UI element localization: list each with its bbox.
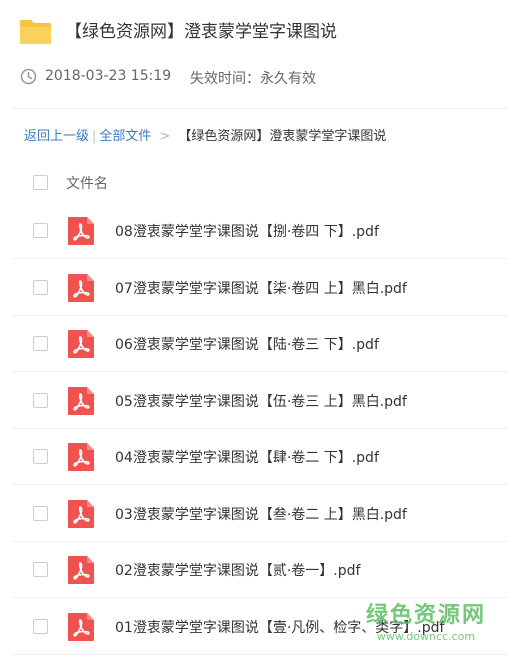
- back-link[interactable]: 返回上一级: [24, 129, 89, 144]
- row-checkbox[interactable]: [33, 392, 48, 408]
- file-row[interactable]: 03澄衷蒙学堂字课图说【叁·卷二 上】黑白.pdf: [0, 486, 508, 542]
- file-name[interactable]: 02澄衷蒙学堂字课图说【贰·卷一】.pdf: [115, 560, 360, 580]
- breadcrumb: 返回上一级 | 全部文件 > 【绿色资源网】澄衷蒙学堂字课图说: [24, 125, 386, 144]
- folder-icon: [20, 20, 51, 44]
- row-checkbox[interactable]: [33, 618, 48, 634]
- file-name[interactable]: 08澄衷蒙学堂字课图说【捌·卷四 下】.pdf: [115, 221, 379, 241]
- row-checkbox[interactable]: [33, 223, 48, 238]
- file-name[interactable]: 05澄衷蒙学堂字课图说【伍·卷三 上】黑白.pdf: [115, 391, 407, 411]
- row-checkbox[interactable]: [33, 279, 48, 295]
- file-name[interactable]: 03澄衷蒙学堂字课图说【叁·卷二 上】黑白.pdf: [115, 504, 407, 524]
- file-row[interactable]: 04澄衷蒙学堂字课图说【肆·卷二 下】.pdf: [0, 429, 508, 485]
- pdf-icon: [68, 499, 94, 528]
- file-row[interactable]: 06澄衷蒙学堂字课图说【陆·卷三 下】.pdf: [0, 316, 508, 372]
- expire-time: 失效时间：永久有效: [190, 71, 316, 87]
- share-header: 【绿色资源网】澄衷蒙学堂字课图说 2018-03-23 15:19 失效时间：永…: [0, 0, 508, 112]
- pdf-icon: [68, 330, 94, 358]
- pdf-icon: [68, 217, 94, 245]
- clock-icon: [20, 68, 37, 85]
- pdf-icon: [68, 386, 94, 415]
- pdf-icon: [68, 273, 94, 302]
- select-all-checkbox[interactable]: [33, 175, 48, 190]
- file-row[interactable]: 08澄衷蒙学堂字课图说【捌·卷四 下】.pdf: [0, 203, 508, 259]
- all-files-link[interactable]: 全部文件: [99, 129, 151, 144]
- header-divider: [12, 108, 508, 109]
- file-row[interactable]: 05澄衷蒙学堂字课图说【伍·卷三 上】黑白.pdf: [0, 373, 508, 429]
- file-name[interactable]: 01澄衷蒙学堂字课图说【壹·凡例、检字、类字】.pdf: [115, 617, 444, 637]
- file-name[interactable]: 04澄衷蒙学堂字课图说【肆·卷二 下】.pdf: [115, 447, 379, 467]
- row-checkbox[interactable]: [33, 336, 48, 351]
- breadcrumb-current: 【绿色资源网】澄衷蒙学堂字课图说: [178, 129, 387, 144]
- pdf-icon: [68, 556, 94, 584]
- pdf-icon: [68, 443, 94, 471]
- column-filename: 文件名: [66, 176, 108, 192]
- breadcrumb-separator: |: [92, 129, 97, 144]
- list-header: 文件名: [0, 160, 508, 204]
- chevron-right-icon: >: [159, 129, 171, 144]
- share-date: 2018-03-23 15:19: [45, 68, 172, 84]
- file-name[interactable]: 07澄衷蒙学堂字课图说【柒·卷四 上】黑白.pdf: [115, 278, 407, 298]
- row-divider: [12, 653, 508, 655]
- file-name[interactable]: 06澄衷蒙学堂字课图说【陆·卷三 下】.pdf: [115, 334, 379, 354]
- row-checkbox[interactable]: [33, 449, 48, 464]
- folder-title: 【绿色资源网】澄衷蒙学堂字课图说: [65, 22, 337, 42]
- row-checkbox[interactable]: [33, 505, 48, 521]
- file-row[interactable]: 02澄衷蒙学堂字课图说【贰·卷一】.pdf: [0, 542, 508, 598]
- pdf-icon: [68, 612, 94, 641]
- row-checkbox[interactable]: [33, 562, 48, 577]
- file-row[interactable]: 01澄衷蒙学堂字课图说【壹·凡例、检字、类字】.pdf: [0, 599, 508, 655]
- file-row[interactable]: 07澄衷蒙学堂字课图说【柒·卷四 上】黑白.pdf: [0, 260, 508, 316]
